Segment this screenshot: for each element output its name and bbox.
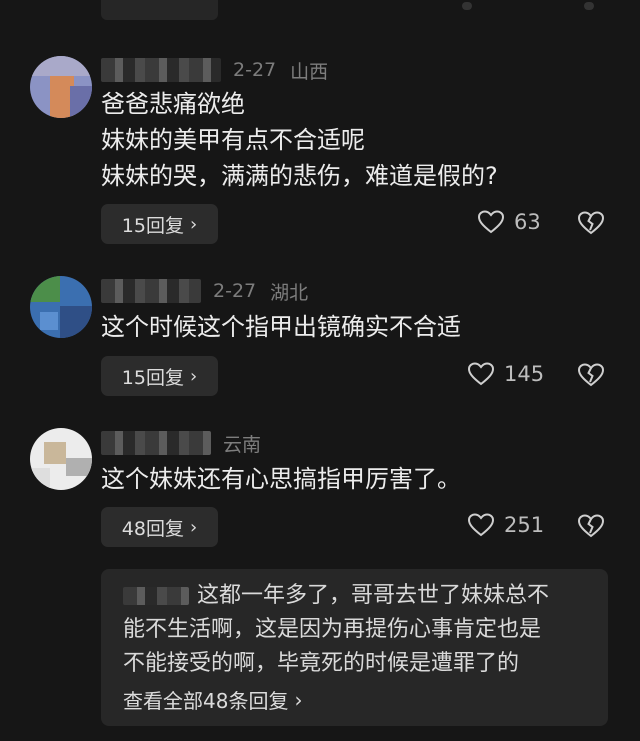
view-all-replies-link[interactable]: 查看全部48条回复 ›: [123, 685, 608, 714]
username-redacted[interactable]: [101, 279, 201, 303]
comment-meta: 2-27 山西: [101, 55, 328, 85]
previous-like-icon[interactable]: [462, 2, 472, 10]
username-redacted[interactable]: [101, 431, 211, 455]
dislike-button[interactable]: [577, 514, 605, 542]
view-all-label: 查看全部48条回复: [123, 689, 289, 713]
previous-reply-button[interactable]: [101, 0, 218, 20]
replies-count: 15回复: [121, 214, 184, 237]
like-count: 145: [504, 362, 545, 386]
broken-heart-icon: [577, 363, 605, 387]
comment-line: 妹妹的哭，满满的悲伤，难道是假的?: [101, 162, 498, 190]
reply-line: 能不生活啊，这是因为再提伤心事肯定也是: [123, 617, 542, 642]
heart-outline-icon: [468, 362, 494, 386]
comment-text: 这个妹妹还有心思搞指甲厉害了。: [101, 461, 461, 497]
previous-dislike-icon[interactable]: [584, 2, 594, 10]
comment-date: 2-27: [213, 280, 257, 302]
like-button[interactable]: 145: [468, 362, 544, 386]
replies-button[interactable]: 48回复 ›: [101, 507, 218, 547]
comment-meta: 2-27 湖北: [101, 276, 308, 306]
avatar[interactable]: [30, 428, 92, 490]
replies-button[interactable]: 15回复 ›: [101, 356, 218, 396]
chevron-right-icon: ›: [294, 687, 303, 712]
comment-date: 2-27: [233, 59, 277, 81]
chevron-right-icon: ›: [189, 213, 198, 235]
reply-preview[interactable]: 这都一年多了，哥哥去世了妹妹总不 能不生活啊，这是因为再提伤心事肯定也是 不能接…: [101, 569, 608, 726]
username-redacted[interactable]: [101, 58, 221, 82]
comment-location: 山西: [290, 60, 329, 83]
replies-count: 48回复: [121, 517, 184, 540]
reply-line: 这都一年多了，哥哥去世了妹妹总不: [123, 579, 608, 613]
like-count: 251: [504, 513, 545, 537]
dislike-button[interactable]: [577, 363, 605, 391]
replies-button[interactable]: 15回复 ›: [101, 204, 218, 244]
comment-line: 妹妹的美甲有点不合适呢: [101, 126, 365, 154]
replies-count: 15回复: [121, 366, 184, 389]
heart-outline-icon: [478, 210, 504, 234]
heart-outline-icon: [468, 513, 494, 537]
reply-username-redacted[interactable]: [123, 587, 189, 605]
broken-heart-icon: [577, 514, 605, 538]
comment-text: 爸爸悲痛欲绝 妹妹的美甲有点不合适呢 妹妹的哭，满满的悲伤，难道是假的?: [101, 86, 498, 194]
like-button[interactable]: 251: [468, 513, 544, 537]
comment-line: 这个时候这个指甲出镜确实不合适: [101, 313, 461, 341]
comment-line: 爸爸悲痛欲绝: [101, 90, 245, 118]
comment-location: 云南: [223, 433, 262, 456]
avatar[interactable]: [30, 276, 92, 338]
comment-location: 湖北: [270, 281, 309, 304]
comment-text: 这个时候这个指甲出镜确实不合适: [101, 309, 461, 345]
chevron-right-icon: ›: [189, 516, 198, 538]
avatar[interactable]: [30, 56, 92, 118]
like-button[interactable]: 63: [478, 210, 541, 234]
comment-line: 这个妹妹还有心思搞指甲厉害了。: [101, 465, 461, 493]
like-count: 63: [514, 210, 541, 234]
reply-line: 不能接受的啊，毕竟死的时候是遭罪了的: [123, 651, 520, 676]
previous-comment-fragment: [0, 0, 640, 22]
comment-meta: 云南: [101, 428, 261, 458]
broken-heart-icon: [577, 211, 605, 235]
chevron-right-icon: ›: [189, 365, 198, 387]
dislike-button[interactable]: [577, 211, 605, 239]
